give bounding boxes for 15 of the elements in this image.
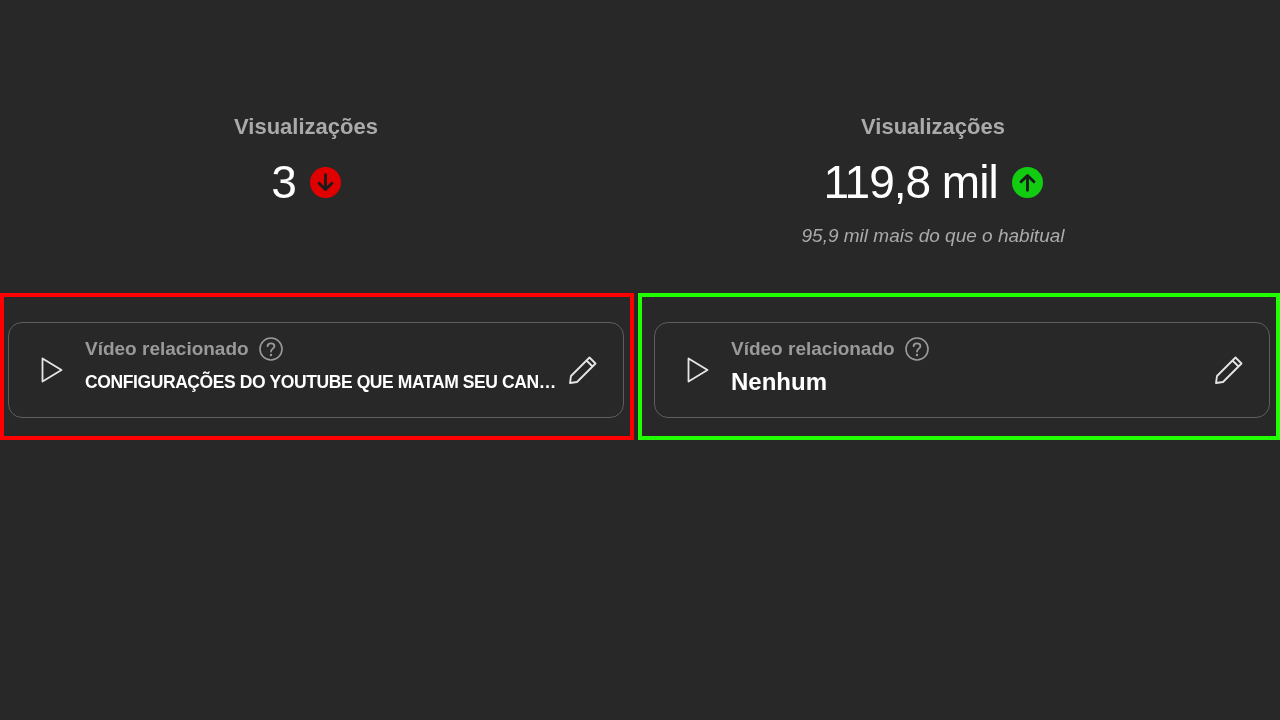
pencil-icon[interactable] [567,354,599,386]
play-icon [687,357,709,383]
related-video-title: Nenhum [731,368,828,396]
stat-label: Visualizações [234,114,378,140]
stat-value: 119,8 mil [823,156,998,208]
stat-value: 3 [271,156,296,208]
help-icon[interactable] [258,337,283,361]
related-video-label: Vídeo relacionado [731,337,895,361]
help-icon[interactable] [904,337,929,361]
related-video-label: Vídeo relacionado [85,337,249,361]
related-video-title: CONFIGURAÇÕES DO YOUTUBE QUE MATAM SEU CAN… [85,370,556,394]
play-icon [41,357,63,383]
stat-note: 95,9 mil mais do que o habitual [801,224,1065,248]
stat-label: Visualizações [861,114,1005,140]
pencil-icon[interactable] [1213,354,1245,386]
